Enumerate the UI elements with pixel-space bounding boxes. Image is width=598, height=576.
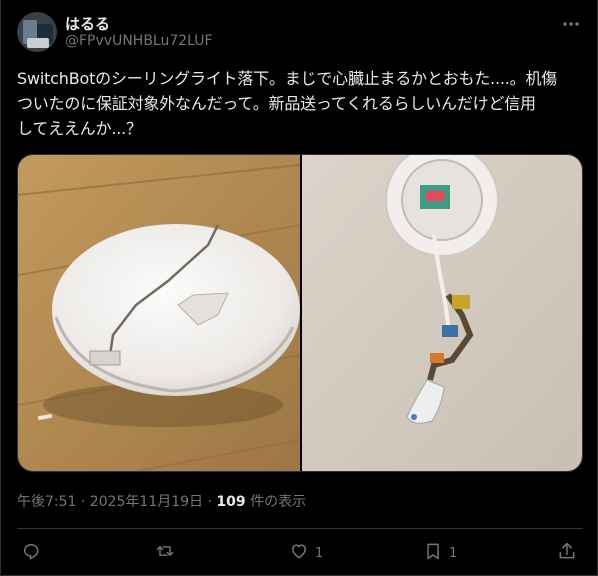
like-count: 1 bbox=[315, 545, 324, 561]
reply-button[interactable] bbox=[21, 538, 47, 568]
retweet-button[interactable] bbox=[155, 538, 181, 568]
bookmark-count: 1 bbox=[449, 545, 458, 561]
views-count: 109 bbox=[216, 494, 246, 510]
heart-icon bbox=[289, 541, 309, 565]
avatar[interactable] bbox=[17, 12, 57, 52]
share-icon bbox=[557, 541, 577, 565]
reply-icon bbox=[21, 541, 41, 565]
more-icon[interactable] bbox=[559, 14, 583, 38]
like-button[interactable]: 1 bbox=[289, 538, 323, 568]
tweet-text: SwitchBotのシーリングライト落下。まじで心臓止まるかとおもた....。机… bbox=[17, 66, 585, 141]
meta-separator: · bbox=[203, 494, 217, 510]
share-button[interactable] bbox=[557, 538, 577, 568]
divider bbox=[17, 528, 583, 529]
bookmark-button[interactable]: 1 bbox=[423, 538, 457, 568]
author-display-name[interactable]: はるる bbox=[65, 13, 110, 34]
photo-ceiling-mount-wiring[interactable] bbox=[302, 155, 582, 471]
tweet-text-line: してええんか...？ bbox=[17, 119, 142, 138]
action-bar: 1 1 bbox=[17, 538, 583, 568]
retweet-icon bbox=[155, 541, 175, 565]
author-handle[interactable]: @FPvvUNHBLu72LUF bbox=[65, 33, 213, 49]
tweet-card: はるる @FPvvUNHBLu72LUF SwitchBotのシーリングライト落… bbox=[0, 0, 598, 576]
bookmark-icon bbox=[423, 541, 443, 565]
tweet-text-line: SwitchBotのシーリングライト落下。まじで心臓止まるかとおもた....。机… bbox=[17, 69, 558, 88]
timestamp[interactable]: 午後7:51 · 2025年11月19日 bbox=[17, 494, 203, 510]
media-grid bbox=[17, 154, 583, 472]
tweet-text-line: ついたのに保証対象外なんだって。新品送ってくれるらしいんだけど信用 bbox=[17, 94, 536, 113]
views-label: 件の表示 bbox=[245, 494, 307, 510]
photo-fallen-ceiling-light[interactable] bbox=[18, 155, 300, 471]
tweet-meta: 午後7:51 · 2025年11月19日 · 109 件の表示 bbox=[17, 491, 306, 511]
tweet-header: はるる @FPvvUNHBLu72LUF bbox=[17, 10, 583, 54]
